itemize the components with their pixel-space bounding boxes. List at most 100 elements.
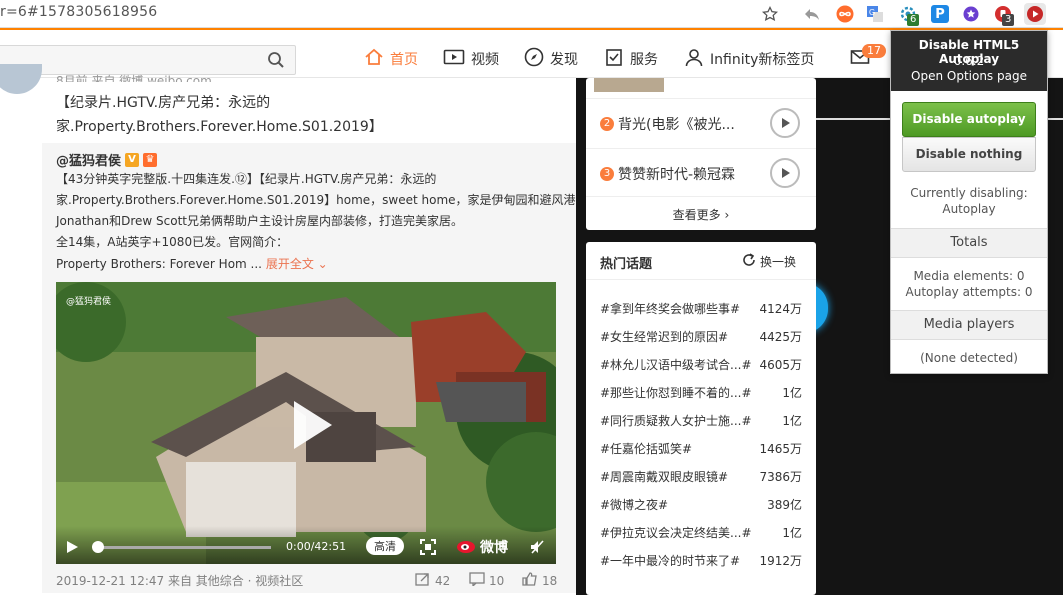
nav-home[interactable]: 首页 bbox=[364, 48, 418, 70]
topic-name: #一年中最冷的时节来了# bbox=[600, 554, 741, 568]
topic-count: 1亿 bbox=[782, 414, 802, 428]
play-circle-icon[interactable] bbox=[770, 158, 800, 188]
star-ext-icon[interactable] bbox=[962, 5, 980, 23]
nav-home-label: 首页 bbox=[390, 52, 418, 68]
nav-discover[interactable]: 发现 bbox=[524, 47, 578, 71]
chevron-right-icon: › bbox=[724, 208, 730, 222]
chevron-down-icon: ⌄ bbox=[317, 257, 328, 271]
topic-row[interactable]: #周震南戴双眼皮眼镜# 7386万 bbox=[600, 468, 802, 485]
nav-infinity[interactable]: Infinity新标签页 bbox=[684, 48, 814, 70]
topic-name: #那些让你怼到睡不着的...# bbox=[600, 386, 752, 400]
rank-item[interactable]: 3 赞赞新时代-赖冠霖 bbox=[600, 164, 735, 184]
repost-text-line: 全14集，A站英字+1080已发。官网简介： bbox=[56, 235, 289, 249]
video-progress-track[interactable] bbox=[97, 546, 271, 549]
disable-nothing-button[interactable]: Disable nothing bbox=[902, 137, 1036, 172]
forward-button[interactable]: 42 bbox=[415, 572, 450, 589]
compass-icon bbox=[524, 47, 544, 71]
svg-text:G: G bbox=[869, 8, 875, 17]
like-count: 18 bbox=[542, 573, 558, 588]
autoplay-attempts: Autoplay attempts: 0 bbox=[905, 285, 1033, 299]
thumbnail bbox=[594, 78, 664, 92]
thumbs-up-icon bbox=[522, 572, 538, 589]
topic-row[interactable]: #微博之夜# 389亿 bbox=[600, 496, 802, 513]
mute-icon[interactable] bbox=[529, 539, 545, 555]
play-icon[interactable] bbox=[278, 395, 338, 455]
comment-count: 10 bbox=[489, 573, 505, 588]
repost-text-truncated: Property Brothers: Forever Hom ... bbox=[56, 257, 262, 271]
weibo-eye-icon bbox=[456, 536, 478, 558]
post-meta: 8月前 来自 微博 weibo.com bbox=[56, 74, 212, 82]
lastpass-ext-icon[interactable]: 3 bbox=[994, 5, 1015, 26]
refresh-icon bbox=[742, 253, 756, 270]
like-button[interactable]: 18 bbox=[522, 572, 557, 589]
nav-discover-label: 发现 bbox=[550, 52, 578, 68]
see-more-label: 查看更多 bbox=[672, 208, 721, 222]
quality-button[interactable]: 高清 bbox=[366, 537, 404, 555]
infinity-ext-icon[interactable] bbox=[836, 5, 854, 23]
topic-name: #微博之夜# bbox=[600, 498, 669, 512]
play-small-icon[interactable] bbox=[65, 540, 79, 554]
repost-text-line: 家.Property.Brothers.Forever.Home.S01.201… bbox=[56, 193, 588, 207]
video-icon bbox=[443, 48, 465, 70]
totals-header: Totals bbox=[891, 228, 1047, 258]
hot-topics-card: 热门话题 换一换 #拿到年终奖会做哪些事# 4124万 #女生经常迟到的原因# 442… bbox=[586, 242, 816, 595]
topic-row[interactable]: #林允儿汉语中级考试合...# 4605万 bbox=[600, 356, 802, 373]
bookmark-star-icon[interactable] bbox=[761, 5, 779, 23]
repost-username[interactable]: @猛犸君侯 bbox=[56, 150, 121, 169]
member-icon: ♛ bbox=[143, 152, 158, 167]
hot-topics-title: 热门话题 bbox=[600, 257, 653, 272]
reply-icon[interactable] bbox=[803, 5, 821, 23]
comment-button[interactable]: 10 bbox=[469, 572, 504, 589]
topic-count: 4605万 bbox=[759, 358, 802, 372]
nav-video[interactable]: 视频 bbox=[443, 48, 499, 70]
video-progress-handle[interactable] bbox=[92, 541, 104, 553]
search-icon[interactable] bbox=[267, 51, 285, 72]
topic-count: 389亿 bbox=[767, 498, 802, 512]
topic-name: #同行质疑救人女护士施...# bbox=[600, 414, 752, 428]
topic-count: 4425万 bbox=[759, 330, 802, 344]
topic-name: #林允儿汉语中级考试合...# bbox=[600, 358, 752, 372]
home-icon bbox=[364, 47, 384, 71]
post-text-line: 家.Property.Brothers.Forever.Home.S01.201… bbox=[56, 119, 383, 135]
topic-count: 1912万 bbox=[759, 554, 802, 568]
topic-row[interactable]: #同行质疑救人女护士施...# 1亿 bbox=[600, 412, 802, 429]
refresh-button[interactable]: 换一换 bbox=[742, 253, 796, 270]
ext-badge: 3 bbox=[1002, 14, 1015, 26]
see-more-link[interactable]: 查看更多 › bbox=[586, 206, 816, 223]
topic-row[interactable]: #女生经常迟到的原因# 4425万 bbox=[600, 328, 802, 345]
address-bar[interactable]: r=6#1578305618956 bbox=[0, 4, 157, 20]
topic-row[interactable]: #拿到年终奖会做哪些事# 4124万 bbox=[600, 300, 802, 317]
translate-ext-icon[interactable]: G bbox=[866, 5, 884, 23]
topic-row[interactable]: #任嘉伦括弧笑# 1465万 bbox=[600, 440, 802, 457]
weibo-logo-text: 微博 bbox=[480, 540, 508, 556]
rank-title: 背光(电影《被光... bbox=[618, 117, 735, 133]
repost-user[interactable]: @猛犸君侯 V ♛ bbox=[56, 150, 158, 169]
settings-ext-icon[interactable]: 6 bbox=[899, 5, 920, 26]
weibo-logo: 微博 bbox=[456, 536, 508, 558]
topic-count: 7386万 bbox=[759, 470, 802, 484]
nav-service[interactable]: 服务 bbox=[604, 48, 658, 70]
topic-count: 1465万 bbox=[759, 442, 802, 456]
disable-autoplay-ext-icon[interactable] bbox=[1024, 3, 1046, 25]
rank-title: 赞赞新时代-赖冠霖 bbox=[618, 167, 736, 183]
video-watermark: @猛犸君侯 bbox=[66, 297, 112, 307]
topic-row[interactable]: #伊拉克议会决定终结美...# 1亿 bbox=[600, 524, 802, 541]
refresh-label: 换一换 bbox=[760, 255, 797, 269]
extension-popup: Disable HTML5 Autoplay 0.6.2 Open Option… bbox=[890, 30, 1048, 374]
topic-row[interactable]: #那些让你怼到睡不着的...# 1亿 bbox=[600, 384, 802, 401]
expand-link[interactable]: 展开全文 ⌄ bbox=[266, 257, 328, 271]
search-input[interactable] bbox=[0, 45, 296, 75]
post-date-source: 2019-12-21 12:47 来自 其他综合 · 视频社区 bbox=[56, 574, 304, 588]
comment-icon bbox=[469, 572, 485, 589]
topic-row[interactable]: #一年中最冷的时节来了# 1912万 bbox=[600, 552, 802, 569]
play-circle-icon[interactable] bbox=[770, 108, 800, 138]
disable-autoplay-button[interactable]: Disable autoplay bbox=[902, 102, 1036, 137]
forward-count: 42 bbox=[435, 573, 451, 588]
fullscreen-icon[interactable] bbox=[420, 539, 436, 555]
currently-value: Autoplay bbox=[942, 202, 996, 216]
avatar[interactable] bbox=[0, 64, 42, 94]
rank-item[interactable]: 2 背光(电影《被光... bbox=[600, 114, 735, 134]
pushbullet-ext-icon[interactable]: P bbox=[931, 5, 949, 23]
video-player[interactable]: @猛犸君侯 0:00/42:51 高清 微博 bbox=[56, 282, 556, 564]
options-link[interactable]: Open Options page bbox=[891, 69, 1047, 83]
